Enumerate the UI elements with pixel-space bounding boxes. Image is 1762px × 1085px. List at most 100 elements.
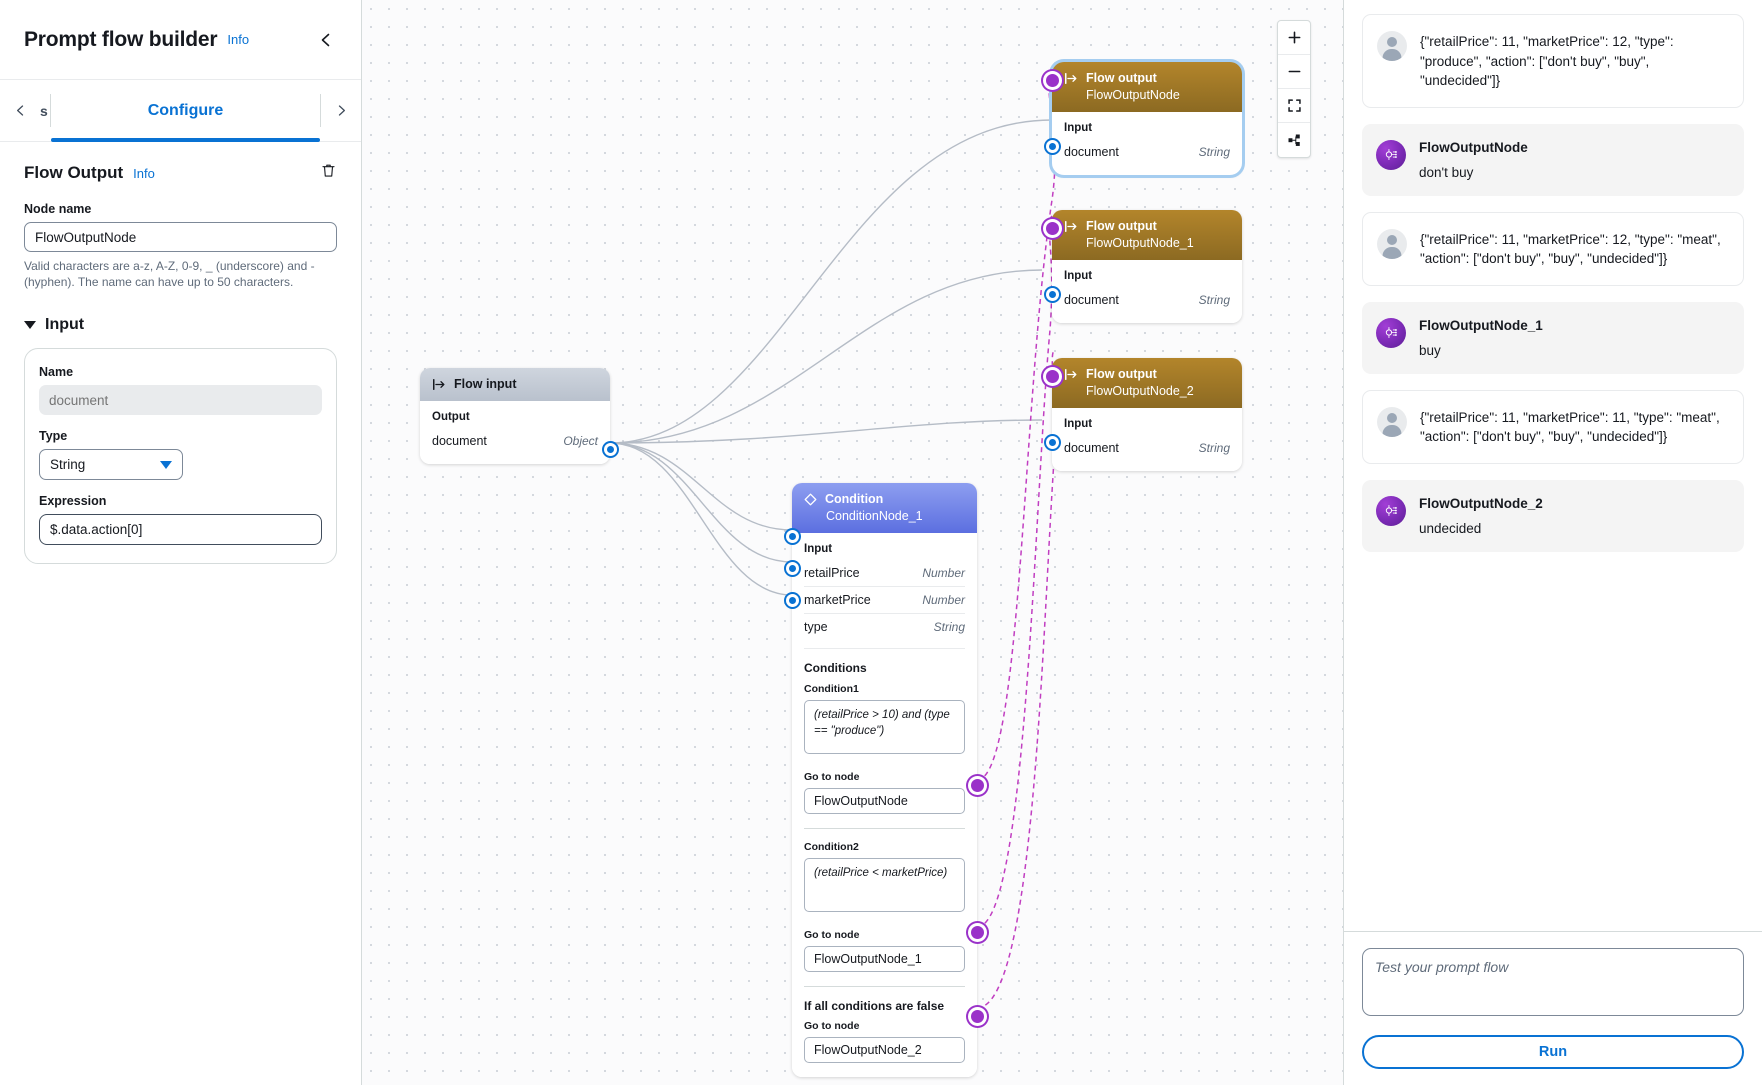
flow-input-output-port[interactable] bbox=[603, 443, 617, 456]
delete-node-button[interactable] bbox=[320, 162, 337, 184]
flow-output-node-box: Flow output FlowOutputNode_1 Input docum… bbox=[1052, 210, 1242, 323]
input-section-toggle[interactable]: Input bbox=[24, 316, 337, 334]
flow-output-node-name: FlowOutputNode_2 bbox=[1086, 384, 1194, 398]
flow-output-input-row: document String bbox=[1064, 289, 1230, 311]
flow-output-node-input-port[interactable] bbox=[1045, 436, 1059, 449]
flow-output-node-0[interactable]: Flow output FlowOutputNode Input documen… bbox=[1045, 59, 1245, 178]
flow-canvas[interactable]: Flow input Output document Object Flow o… bbox=[362, 0, 1343, 1085]
caret-down-icon bbox=[24, 321, 36, 330]
prompt-flow-test-input[interactable] bbox=[1362, 948, 1744, 1016]
condition-port-marketprice[interactable] bbox=[785, 562, 799, 575]
flow-output-node-name: FlowOutputNode_1 bbox=[1086, 236, 1194, 250]
flow-output-node-kind: Flow output bbox=[1086, 367, 1157, 381]
condition-1-output-port[interactable] bbox=[970, 779, 984, 792]
flow-output-node-condition-port[interactable] bbox=[1045, 370, 1059, 383]
chat-message-node-name: FlowOutputNode bbox=[1419, 139, 1528, 155]
node-name-input[interactable] bbox=[24, 222, 337, 252]
flow-output-icon bbox=[1065, 220, 1077, 232]
flow-output-node-kind: Flow output bbox=[1086, 219, 1157, 233]
chat-message-text: buy bbox=[1419, 342, 1441, 358]
flow-output-node-condition-port[interactable] bbox=[1045, 74, 1059, 87]
else-goto-input[interactable] bbox=[804, 1037, 965, 1063]
condition-input-row: retailPrice Number bbox=[804, 562, 965, 584]
condition-1-label: Condition1 bbox=[804, 683, 859, 695]
condition-2-expression[interactable]: (retailPrice < marketPrice) bbox=[804, 858, 965, 912]
condition-port-type[interactable] bbox=[785, 594, 799, 607]
flow-output-node-condition-port[interactable] bbox=[1045, 222, 1059, 235]
tabs-scroll-left-button[interactable] bbox=[0, 80, 40, 141]
tabs-scroll-right-button[interactable] bbox=[321, 80, 361, 141]
condition-node-header: Condition ConditionNode_1 bbox=[792, 483, 977, 533]
flow-output-input-label: Input bbox=[1064, 122, 1093, 134]
row-divider bbox=[804, 613, 965, 614]
chat-messages-list[interactable]: {"retailPrice": 11, "marketPrice": 12, "… bbox=[1344, 0, 1762, 931]
chat-message-text: {"retailPrice": 11, "marketPrice": 11, "… bbox=[1420, 409, 1720, 445]
chat-message-bot: FlowOutputNode don't buy bbox=[1362, 123, 1744, 196]
flow-output-node-2[interactable]: Flow output FlowOutputNode_2 Input docum… bbox=[1045, 358, 1242, 471]
collapse-panel-button[interactable] bbox=[313, 27, 339, 53]
layout-icon bbox=[1288, 134, 1300, 146]
input-type-select[interactable]: String bbox=[39, 449, 183, 481]
condition-node-body: Input retailPrice Number marketPrice Num… bbox=[792, 533, 977, 1077]
condition-node-name: ConditionNode_1 bbox=[826, 509, 923, 523]
bot-avatar-icon bbox=[1376, 139, 1406, 170]
header-info-link[interactable]: Info bbox=[227, 32, 249, 47]
condition-port-retailprice[interactable] bbox=[785, 530, 799, 543]
configure-form: Flow Output Info Node name Valid charact… bbox=[0, 142, 361, 565]
condition-node-kind: Condition bbox=[825, 492, 884, 506]
port-name: document bbox=[1064, 293, 1119, 307]
flow-output-node-box: Flow output FlowOutputNode_2 Input docum… bbox=[1052, 358, 1242, 471]
user-avatar-icon bbox=[1377, 406, 1407, 437]
flow-input-node-body: Output document Object bbox=[420, 401, 610, 464]
condition-node[interactable]: Condition ConditionNode_1 Input retailPr… bbox=[785, 483, 984, 1077]
flow-input-node-header: Flow input bbox=[420, 368, 610, 401]
canvas-controls bbox=[1277, 20, 1311, 158]
zoom-out-button[interactable] bbox=[1278, 55, 1310, 89]
row-divider bbox=[804, 586, 965, 587]
input-config-card: Name Type String Expression bbox=[24, 348, 337, 565]
run-button[interactable]: Run bbox=[1362, 1035, 1744, 1069]
else-title: If all conditions are false bbox=[804, 999, 945, 1013]
expression-label: Expression bbox=[39, 494, 107, 509]
flow-input-node[interactable]: Flow input Output document Object bbox=[420, 368, 617, 464]
flow-output-node-input-port[interactable] bbox=[1045, 288, 1059, 301]
flow-output-node-1[interactable]: Flow output FlowOutputNode_1 Input docum… bbox=[1045, 210, 1242, 323]
chat-message-node-name: FlowOutputNode_1 bbox=[1419, 317, 1543, 333]
port-type: Object bbox=[563, 434, 598, 448]
port-type: String bbox=[933, 620, 965, 634]
zoom-in-button[interactable] bbox=[1278, 21, 1310, 55]
tab-configure-label: Configure bbox=[147, 101, 224, 119]
flow-output-section-header: Flow Output Info bbox=[24, 162, 337, 184]
expression-input[interactable] bbox=[39, 514, 322, 546]
condition-node-box: Condition ConditionNode_1 Input retailPr… bbox=[792, 483, 977, 1077]
section-info-link[interactable]: Info bbox=[133, 166, 155, 181]
chevron-right-icon bbox=[338, 105, 345, 116]
flow-output-node-input-port[interactable] bbox=[1045, 140, 1059, 153]
condition-2-goto-label: Go to node bbox=[804, 929, 860, 941]
condition-else-output-port[interactable] bbox=[970, 1010, 984, 1023]
section-divider bbox=[804, 648, 965, 649]
node-name-helper-text: Valid characters are a-z, A-Z, 0-9, _ (u… bbox=[24, 259, 315, 290]
chat-message-user: {"retailPrice": 11, "marketPrice": 11, "… bbox=[1362, 389, 1744, 464]
condition-2-goto-input[interactable] bbox=[804, 946, 965, 972]
condition-input-label: Input bbox=[804, 543, 833, 555]
fit-to-screen-button[interactable] bbox=[1278, 89, 1310, 123]
configure-panel: Prompt flow builder Info s Configure Flo… bbox=[0, 0, 362, 1085]
condition-1-expression[interactable]: (retailPrice > 10) and (type == "produce… bbox=[804, 700, 965, 754]
chat-message-text: undecided bbox=[1419, 520, 1482, 536]
condition-2-output-port[interactable] bbox=[970, 926, 984, 939]
neural-network-icon bbox=[1385, 327, 1397, 339]
condition-1-goto-label: Go to node bbox=[804, 771, 860, 783]
port-name: document bbox=[432, 434, 487, 448]
flow-output-node-box: Flow output FlowOutputNode Input documen… bbox=[1052, 62, 1242, 175]
flow-output-node-header: Flow output FlowOutputNode bbox=[1052, 62, 1242, 112]
auto-layout-button[interactable] bbox=[1278, 123, 1310, 157]
tab-configure[interactable]: Configure bbox=[51, 80, 320, 142]
condition-1-goto-input[interactable] bbox=[804, 788, 965, 814]
flow-output-node-kind: Flow output bbox=[1086, 71, 1157, 85]
tab-clipped-label[interactable]: s bbox=[40, 80, 50, 141]
port-name: retailPrice bbox=[804, 566, 860, 580]
conditions-divider bbox=[804, 828, 965, 829]
flow-output-node-body: Input document String bbox=[1052, 112, 1242, 175]
diamond-icon bbox=[804, 493, 817, 505]
